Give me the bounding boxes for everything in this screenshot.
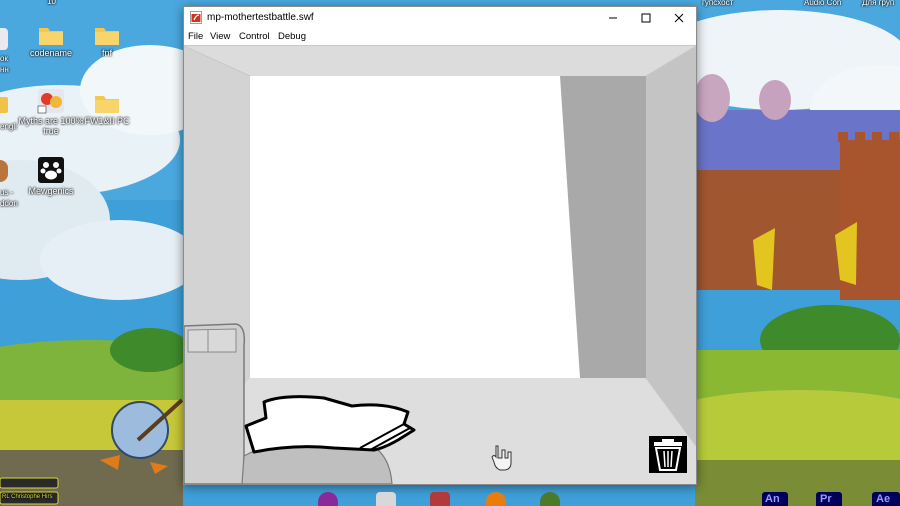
partial-icon-label: 10 <box>47 0 56 6</box>
folder-icon <box>95 96 119 113</box>
folder-icon <box>39 28 63 45</box>
partial-icon-label: гупсхост <box>702 0 734 7</box>
animate-app[interactable]: An <box>762 492 788 506</box>
partial-icon-label: нн <box>0 65 9 74</box>
menu-debug[interactable]: Debug <box>278 31 306 42</box>
trash-can-button[interactable] <box>649 436 687 473</box>
minimize-button[interactable] <box>596 7 629 29</box>
game-icon[interactable] <box>430 492 450 506</box>
premiere-app[interactable]: Pr <box>816 492 842 506</box>
partial-icon-label: Audio Con <box>804 0 842 7</box>
menu-file[interactable]: File <box>188 31 203 42</box>
partial-icon-label: ок <box>0 54 8 63</box>
app-icon[interactable] <box>376 492 396 506</box>
after-effects-app[interactable]: Ae <box>872 492 900 506</box>
window-title: mp-mothertestbattle.swf <box>207 12 314 23</box>
desktop-icon-fnf[interactable]: fnf <box>72 24 142 58</box>
close-button[interactable] <box>662 7 695 29</box>
projection-screen <box>250 76 580 378</box>
partial-shortcut-icon[interactable] <box>0 28 8 50</box>
partial-folder-icon[interactable] <box>0 97 8 113</box>
desktop-icon-label: codename <box>29 48 73 58</box>
blender-icon[interactable] <box>486 492 506 506</box>
menu-control[interactable]: Control <box>239 31 270 42</box>
partial-icon-label: engli <box>0 122 17 131</box>
minimize-icon <box>608 17 617 19</box>
animate-label: An <box>765 493 780 505</box>
room-ceiling <box>184 46 696 76</box>
partial-icon-label: Для груп <box>862 0 895 7</box>
partial-icon-label: ddon <box>0 199 18 208</box>
flash-player-window: mp-mothertestbattle.swf File View Contro… <box>183 6 697 485</box>
menu-bar: File View Control Debug <box>184 29 696 45</box>
folder-icon <box>95 28 119 45</box>
paw-shortcut-icon <box>38 157 64 183</box>
desktop-icon-label: Mewgenics <box>28 186 74 196</box>
room-right-wall <box>646 46 696 446</box>
desktop-icon-mewgenics[interactable]: Mewgenics <box>16 156 86 196</box>
maximize-icon <box>641 13 650 23</box>
taskbar: An Pr Ae <box>0 492 900 506</box>
menu-view[interactable]: View <box>210 31 230 42</box>
desktop-icon-label: FW1&II PC <box>84 116 130 126</box>
app-icon-2[interactable] <box>540 492 560 506</box>
premiere-label: Pr <box>820 493 832 505</box>
paper-sketch <box>244 395 416 454</box>
app-shortcut-icon <box>37 89 64 114</box>
browser-icon[interactable] <box>318 492 338 506</box>
window-titlebar[interactable]: mp-mothertestbattle.swf <box>184 7 696 29</box>
close-icon <box>674 13 683 23</box>
flash-file-icon <box>190 11 202 24</box>
after-effects-label: Ae <box>876 493 891 505</box>
desktop-icon-label: fnf <box>101 48 112 58</box>
desktop-icon-fw[interactable]: FW1&II PC <box>72 92 142 126</box>
partial-icon-label: us - <box>0 188 14 197</box>
maximize-button[interactable] <box>629 7 662 29</box>
swf-stage[interactable] <box>184 45 696 484</box>
